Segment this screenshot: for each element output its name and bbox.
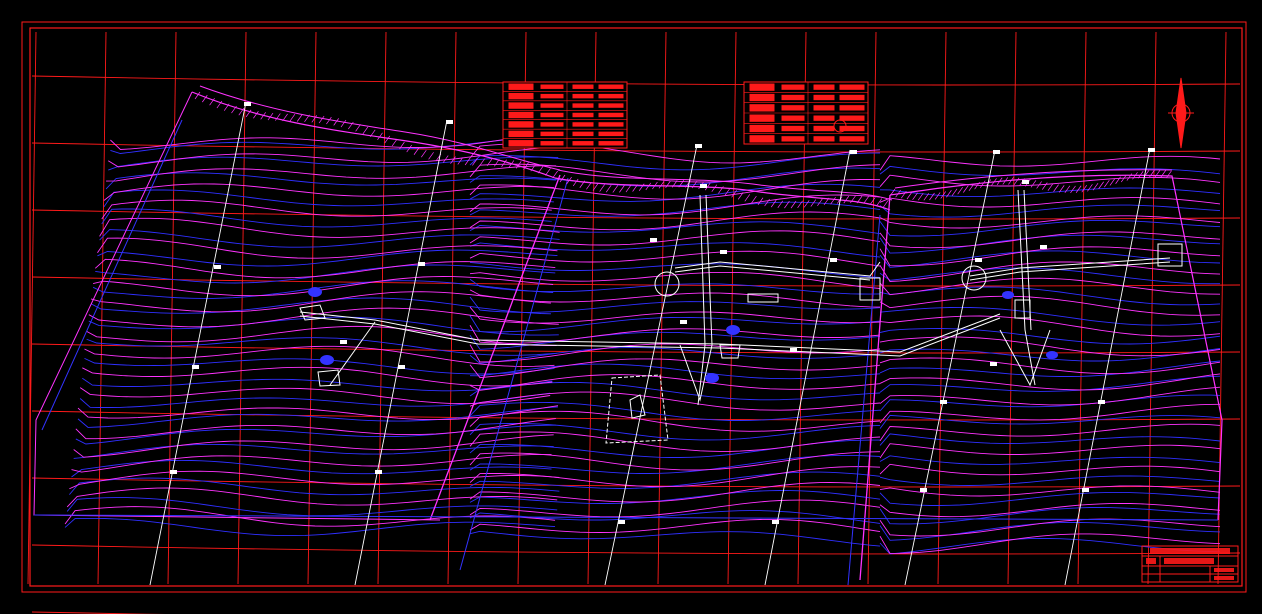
legend-symbol bbox=[508, 121, 534, 128]
station-label bbox=[993, 150, 1000, 154]
legend-text-block bbox=[839, 115, 865, 121]
legend-text-block bbox=[781, 84, 805, 90]
station-label bbox=[1098, 400, 1105, 404]
station-label bbox=[446, 120, 453, 124]
station-label bbox=[618, 520, 625, 524]
legend-text-block bbox=[540, 122, 564, 127]
station-label bbox=[192, 365, 199, 369]
legend-symbol bbox=[508, 102, 534, 109]
legend-text-block bbox=[572, 112, 594, 118]
legend-table-right bbox=[743, 81, 869, 145]
legend-text-block bbox=[598, 122, 624, 127]
legend-text-block bbox=[781, 94, 805, 101]
legend-symbol bbox=[749, 83, 775, 91]
legend-text-block bbox=[598, 112, 624, 118]
legend-symbol bbox=[749, 124, 775, 133]
legend-text-block bbox=[540, 93, 564, 99]
legend-symbol bbox=[508, 92, 534, 100]
station-label bbox=[850, 150, 857, 154]
station-label bbox=[650, 238, 657, 242]
station-label bbox=[1022, 180, 1029, 184]
legend-text-block bbox=[572, 93, 594, 99]
legend-text-block bbox=[839, 125, 865, 132]
station-label bbox=[1040, 245, 1047, 249]
legend-text-block bbox=[781, 125, 805, 132]
legend-text-block bbox=[813, 115, 835, 121]
station-label bbox=[700, 184, 707, 188]
station-label bbox=[920, 488, 927, 492]
legend-symbol bbox=[508, 83, 534, 90]
station-label bbox=[214, 265, 221, 269]
legend-text-block bbox=[781, 136, 805, 142]
legend-text-block bbox=[839, 84, 865, 90]
legend-text-block bbox=[540, 131, 564, 137]
legend-text-block bbox=[781, 115, 805, 121]
station-label bbox=[720, 250, 727, 254]
cad-drawing-canvas bbox=[0, 0, 1262, 614]
legend-text-block bbox=[598, 103, 624, 108]
legend-text-block bbox=[598, 141, 624, 146]
legend-text-block bbox=[572, 131, 594, 137]
legend-text-block bbox=[540, 84, 564, 89]
legend-text-block bbox=[813, 125, 835, 132]
legend-symbol bbox=[508, 130, 534, 138]
station-label bbox=[1148, 148, 1155, 152]
legend-text-block bbox=[598, 84, 624, 89]
station-label bbox=[975, 258, 982, 262]
legend-text-block bbox=[813, 94, 835, 101]
legend-text-block bbox=[572, 122, 594, 127]
legend-text-block bbox=[572, 103, 594, 108]
legend-text-block bbox=[839, 105, 865, 111]
background bbox=[0, 0, 1262, 614]
legend-text-block bbox=[781, 105, 805, 111]
legend-symbol bbox=[508, 111, 534, 119]
legend-text-block bbox=[839, 94, 865, 101]
station-label bbox=[695, 144, 702, 148]
legend-symbol bbox=[749, 104, 775, 112]
station-label bbox=[772, 520, 779, 524]
legend-text-block bbox=[813, 105, 835, 111]
station-label bbox=[418, 262, 425, 266]
legend-text-block bbox=[540, 103, 564, 108]
station-label bbox=[340, 340, 347, 344]
legend-text-block bbox=[572, 84, 594, 89]
legend-text-block bbox=[839, 136, 865, 142]
legend-text-block bbox=[598, 93, 624, 99]
station-label bbox=[398, 365, 405, 369]
station-label bbox=[375, 470, 382, 474]
station-label bbox=[170, 470, 177, 474]
legend-text-block bbox=[813, 136, 835, 142]
station-label bbox=[680, 320, 687, 324]
legend-symbol bbox=[749, 114, 775, 122]
station-label bbox=[830, 258, 837, 262]
legend-text-block bbox=[540, 141, 564, 146]
station-label bbox=[940, 400, 947, 404]
station-label bbox=[790, 348, 797, 352]
legend-symbol bbox=[749, 135, 775, 143]
legend-text-block bbox=[813, 84, 835, 90]
station-label bbox=[244, 102, 251, 106]
legend-text-block bbox=[540, 112, 564, 118]
legend-table-left bbox=[502, 81, 628, 149]
legend-symbol bbox=[749, 93, 775, 102]
station-label bbox=[990, 362, 997, 366]
legend-text-block bbox=[598, 131, 624, 137]
station-label bbox=[1082, 488, 1089, 492]
legend-symbol bbox=[508, 140, 534, 147]
legend-text-block bbox=[572, 141, 594, 146]
